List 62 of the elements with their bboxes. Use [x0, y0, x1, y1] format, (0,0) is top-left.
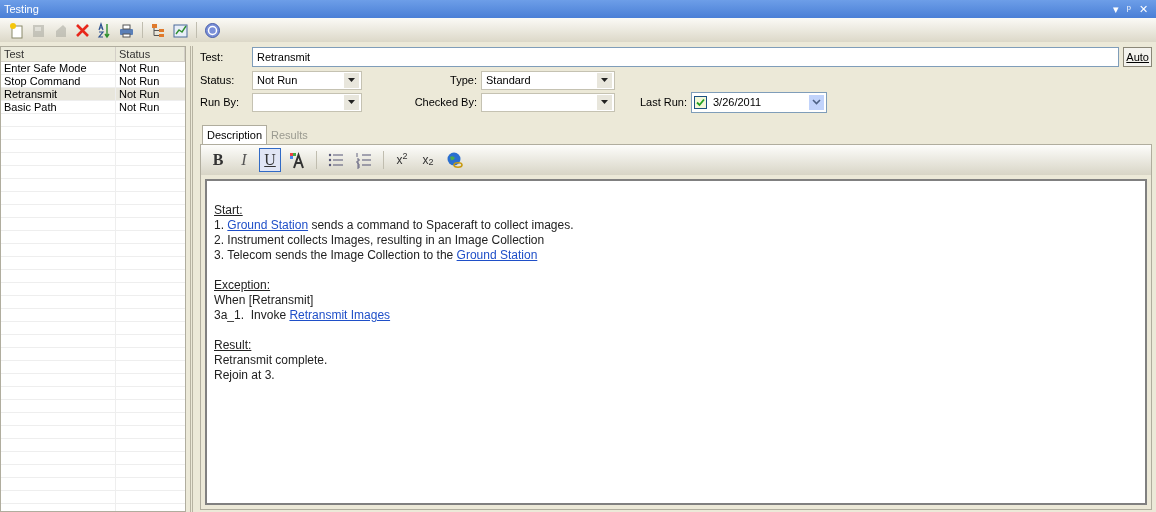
text-line: When [Retransmit]	[214, 293, 314, 307]
list-row[interactable]: Retransmit Not Run	[1, 88, 185, 101]
text-line: 3a_1. Invoke	[214, 308, 288, 322]
bulleted-list-icon	[327, 151, 345, 169]
font-color-icon	[288, 151, 306, 169]
window-title: Testing	[4, 1, 39, 17]
field-label: Test:	[200, 49, 225, 65]
globe-link-icon	[446, 151, 464, 169]
field-label: Status:	[200, 72, 236, 88]
subscript-button[interactable]: x$_{2}$	[417, 148, 439, 172]
date-picker[interactable]: 3/26/2011	[691, 91, 827, 113]
column-header[interactable]: Test	[1, 47, 116, 61]
table-cell: Stop Command	[1, 75, 116, 87]
link[interactable]: Ground Station	[456, 248, 538, 262]
table-cell-text: Not Run	[118, 75, 161, 87]
section-heading: Start:	[214, 203, 243, 217]
chart-document-icon[interactable]	[172, 21, 189, 39]
tab[interactable]: Description	[202, 125, 268, 144]
text-line: Rejoin at 3.	[214, 368, 275, 382]
status-dropdown[interactable]: Not Run	[252, 70, 362, 90]
text-line: 3. Telecom sends the Image Collection to the	[214, 248, 455, 262]
section-heading: Result:	[214, 338, 252, 352]
table-cell-text: Not Run	[118, 88, 161, 100]
table-cell: Enter Safe Mode	[1, 62, 116, 74]
section-heading: Exception:	[214, 278, 271, 292]
text-line: sends a command to Spaceraft to collect images.	[310, 218, 574, 232]
new-document-icon[interactable]	[8, 21, 25, 39]
list-row[interactable]: Enter Safe Mode Not Run	[1, 62, 185, 75]
type-dropdown[interactable]: Standard	[481, 70, 615, 90]
field-label: Last Run:	[638, 94, 687, 110]
bold-button[interactable]: B	[207, 148, 229, 172]
table-cell-text: Not Run	[118, 62, 161, 74]
text-line: 1.	[214, 218, 225, 232]
field-label: Run By:	[200, 94, 241, 110]
list-row[interactable]: Basic Path Not Run	[1, 101, 185, 114]
printer-icon[interactable]	[118, 21, 135, 39]
date-value: 3/26/2011	[713, 94, 763, 110]
auto-button[interactable]: Auto	[1123, 47, 1152, 67]
table-cell: Basic Path	[1, 101, 116, 113]
checkbox[interactable]	[694, 95, 707, 109]
delete-icon[interactable]	[74, 21, 91, 39]
superscript-button[interactable]: x$^{2}$	[391, 148, 413, 172]
numbered-list-icon	[355, 151, 373, 169]
link[interactable]: Ground Station	[227, 218, 309, 232]
hierarchy-icon[interactable]	[150, 21, 167, 39]
table-cell-text: Not Run	[118, 101, 161, 113]
field-label: Type:	[449, 72, 477, 88]
italic-button[interactable]: I	[233, 148, 255, 172]
help-icon[interactable]	[204, 21, 221, 39]
dropdown-value: Not Run	[257, 72, 298, 88]
column-header[interactable]: Status	[116, 47, 185, 61]
checked-by-dropdown[interactable]	[481, 92, 615, 112]
test-name-field[interactable]: Retransmit	[252, 47, 1120, 67]
field-label: Checked By:	[413, 94, 477, 110]
field-value: Retransmit	[257, 49, 311, 65]
underline-button[interactable]: U	[259, 148, 281, 172]
table-cell: Retransmit	[1, 88, 116, 100]
text-line: 2. Instrument collects Images, resulting in an Image Collection	[214, 233, 545, 247]
link[interactable]: Retransmit Images	[289, 308, 391, 322]
dropdown-value: Standard	[486, 72, 531, 88]
text-line: Retransmit complete.	[214, 353, 328, 367]
list-row[interactable]: Stop Command Not Run	[1, 75, 185, 88]
